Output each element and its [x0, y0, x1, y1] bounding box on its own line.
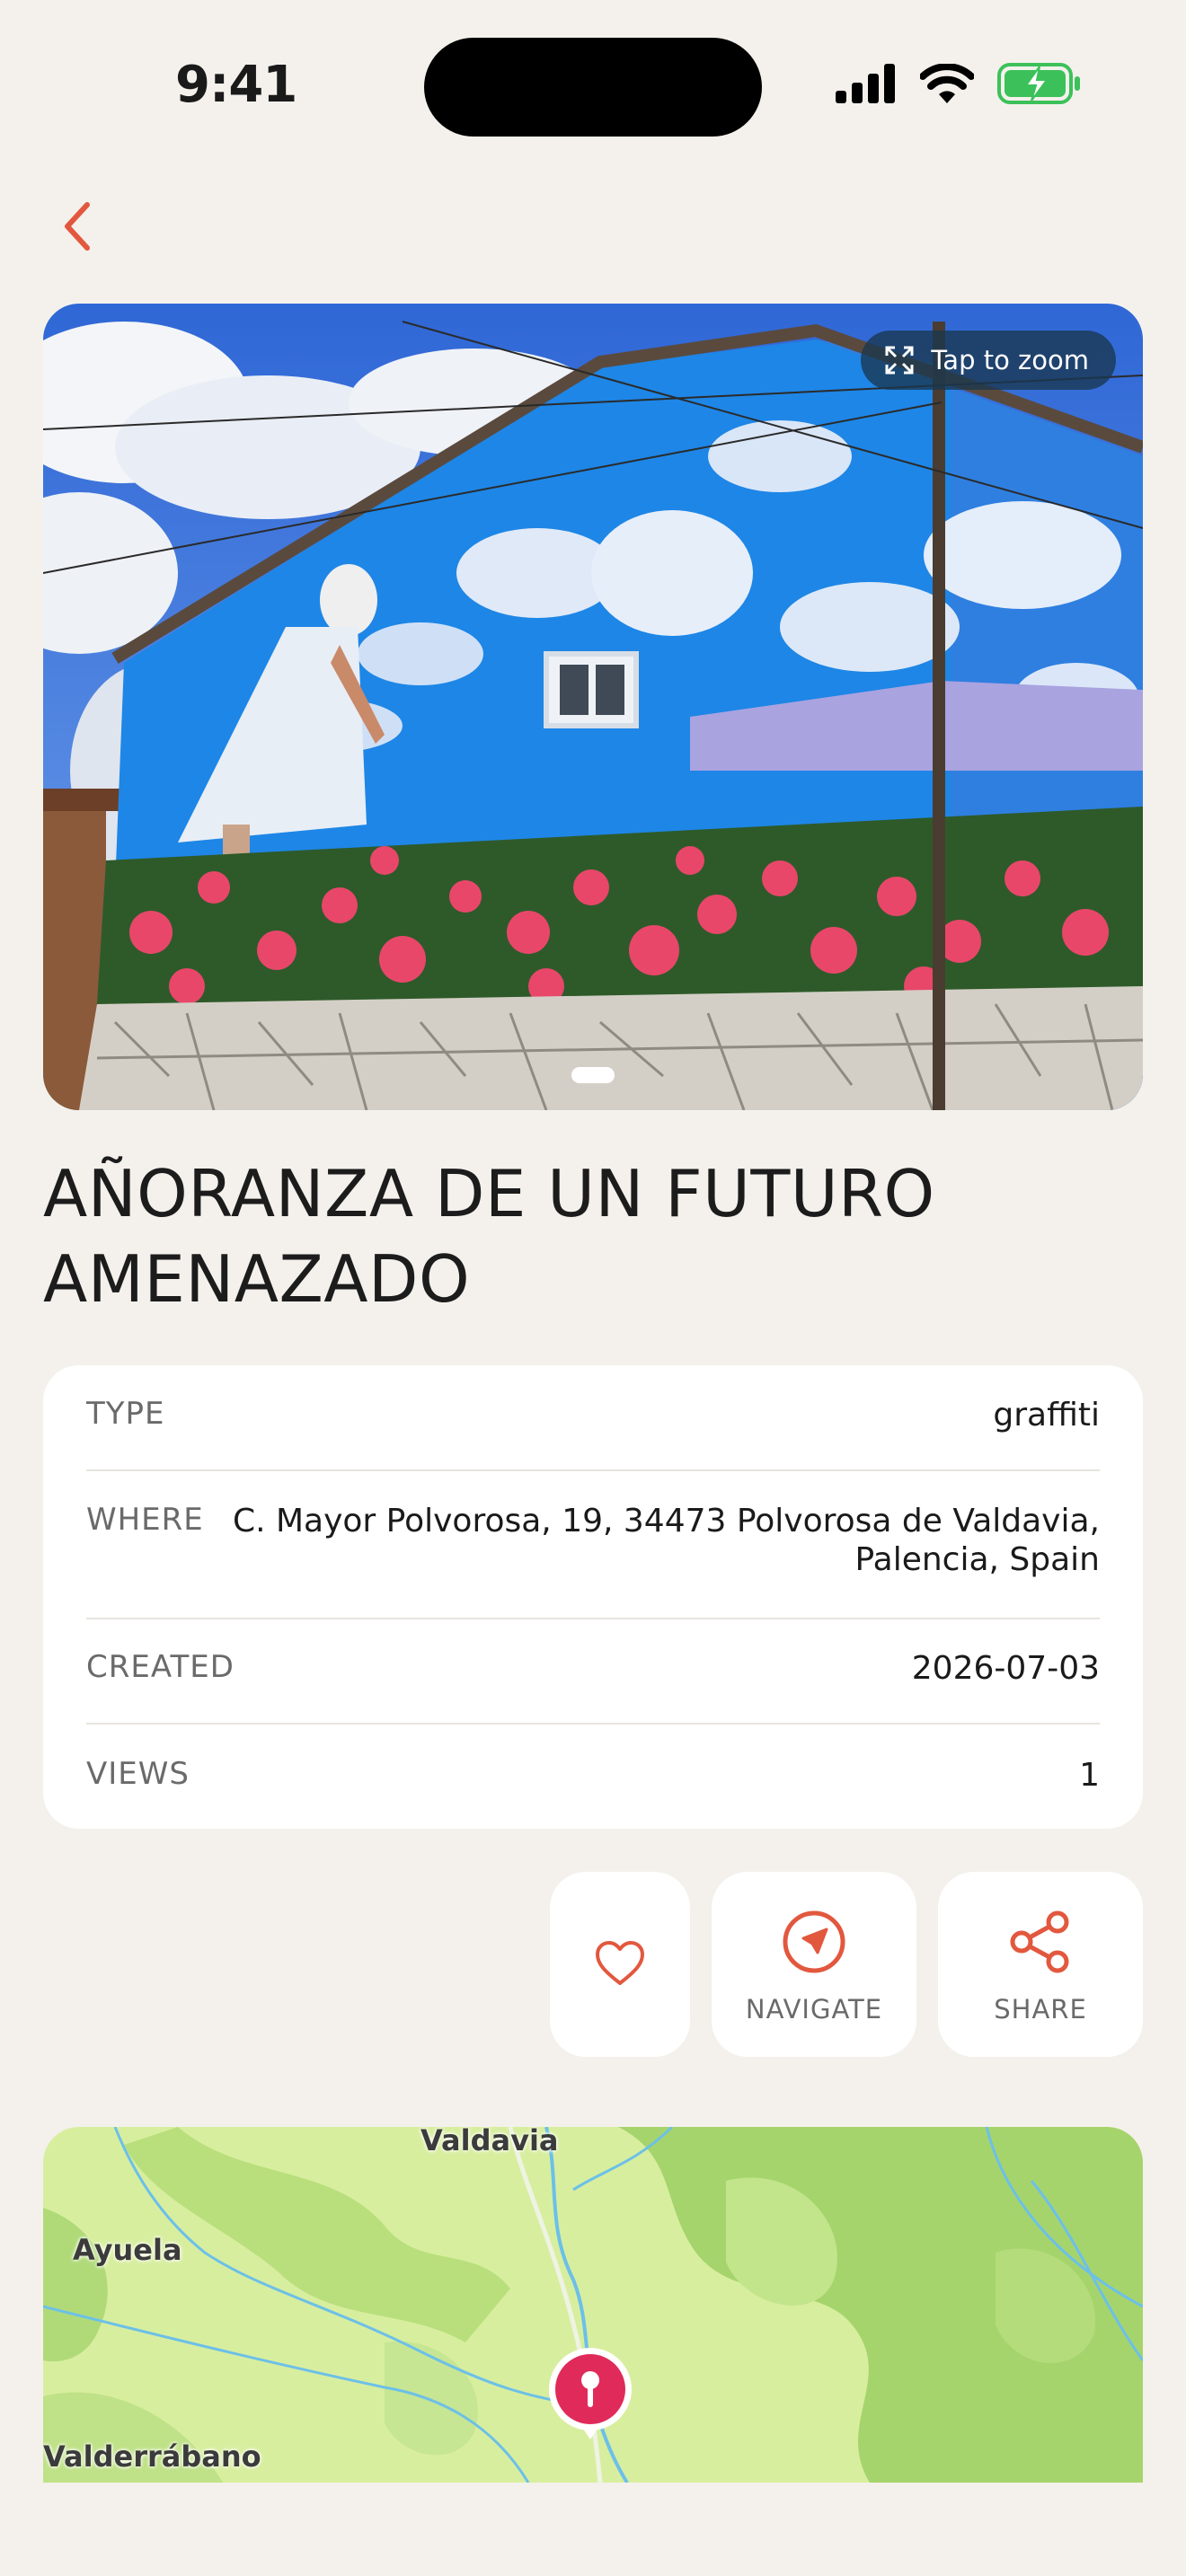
heart-icon	[596, 1941, 644, 1985]
info-row-type: TYPE graffiti	[86, 1396, 1100, 1471]
where-value: C. Mayor Polvorosa, 19, 34473 Polvorosa …	[233, 1502, 1100, 1579]
mural-title: AÑORANZA DE UN FUTURO AMENAZADO	[43, 1156, 935, 1317]
share-button[interactable]: SHARE	[938, 1872, 1143, 2057]
type-label: TYPE	[86, 1396, 165, 1432]
location-map[interactable]: Valdavia Ayuela Valderrábano	[43, 2127, 1143, 2483]
status-icons	[836, 61, 1082, 106]
pager-dot-active[interactable]	[571, 1067, 615, 1083]
navigate-label: NAVIGATE	[745, 1994, 883, 2025]
chevron-left-icon	[65, 202, 90, 251]
dynamic-island	[424, 38, 762, 137]
share-label: SHARE	[994, 1994, 1087, 2025]
map-label-valdavia: Valdavia	[420, 2127, 559, 2157]
where-label: WHERE	[86, 1502, 204, 1538]
battery-charging-icon	[997, 63, 1080, 104]
mural-image	[43, 304, 1143, 1110]
views-value: 1	[1079, 1757, 1100, 1794]
location-pin-icon[interactable]	[547, 2346, 633, 2443]
where-line-2: Palencia, Spain	[854, 1541, 1100, 1578]
back-button[interactable]	[47, 190, 110, 262]
type-value: graffiti	[993, 1397, 1100, 1434]
tap-to-zoom-label: Tap to zoom	[931, 345, 1089, 375]
signal-icon	[836, 64, 895, 103]
status-bar: 9:41	[0, 0, 1186, 180]
favorite-button[interactable]	[550, 1872, 690, 2057]
wifi-icon	[920, 64, 974, 103]
status-time: 9:41	[175, 56, 297, 114]
created-label: CREATED	[86, 1649, 235, 1685]
where-line-1: C. Mayor Polvorosa, 19, 34473 Polvorosa …	[232, 1503, 1100, 1539]
info-row-created: CREATED 2026-07-03	[86, 1649, 1100, 1725]
info-row-where: WHERE C. Mayor Polvorosa, 19, 34473 Polv…	[86, 1502, 1100, 1619]
created-value: 2026-07-03	[911, 1650, 1100, 1687]
image-pager	[43, 1067, 1143, 1083]
info-row-views: VIEWS 1	[86, 1756, 1100, 1810]
mural-photo[interactable]: Tap to zoom	[43, 304, 1143, 1110]
navigate-button[interactable]: NAVIGATE	[712, 1872, 916, 2057]
map-label-ayuela: Ayuela	[73, 2233, 182, 2267]
views-label: VIEWS	[86, 1756, 190, 1792]
details-card: TYPE graffiti WHERE C. Mayor Polvorosa, …	[43, 1365, 1143, 1829]
map-label-valderrabano: Valderrábano	[43, 2439, 261, 2474]
expand-icon	[885, 346, 914, 375]
tap-to-zoom-button[interactable]: Tap to zoom	[861, 331, 1116, 390]
navigation-arrow-icon	[783, 1910, 845, 1973]
share-icon	[1010, 1910, 1069, 1973]
